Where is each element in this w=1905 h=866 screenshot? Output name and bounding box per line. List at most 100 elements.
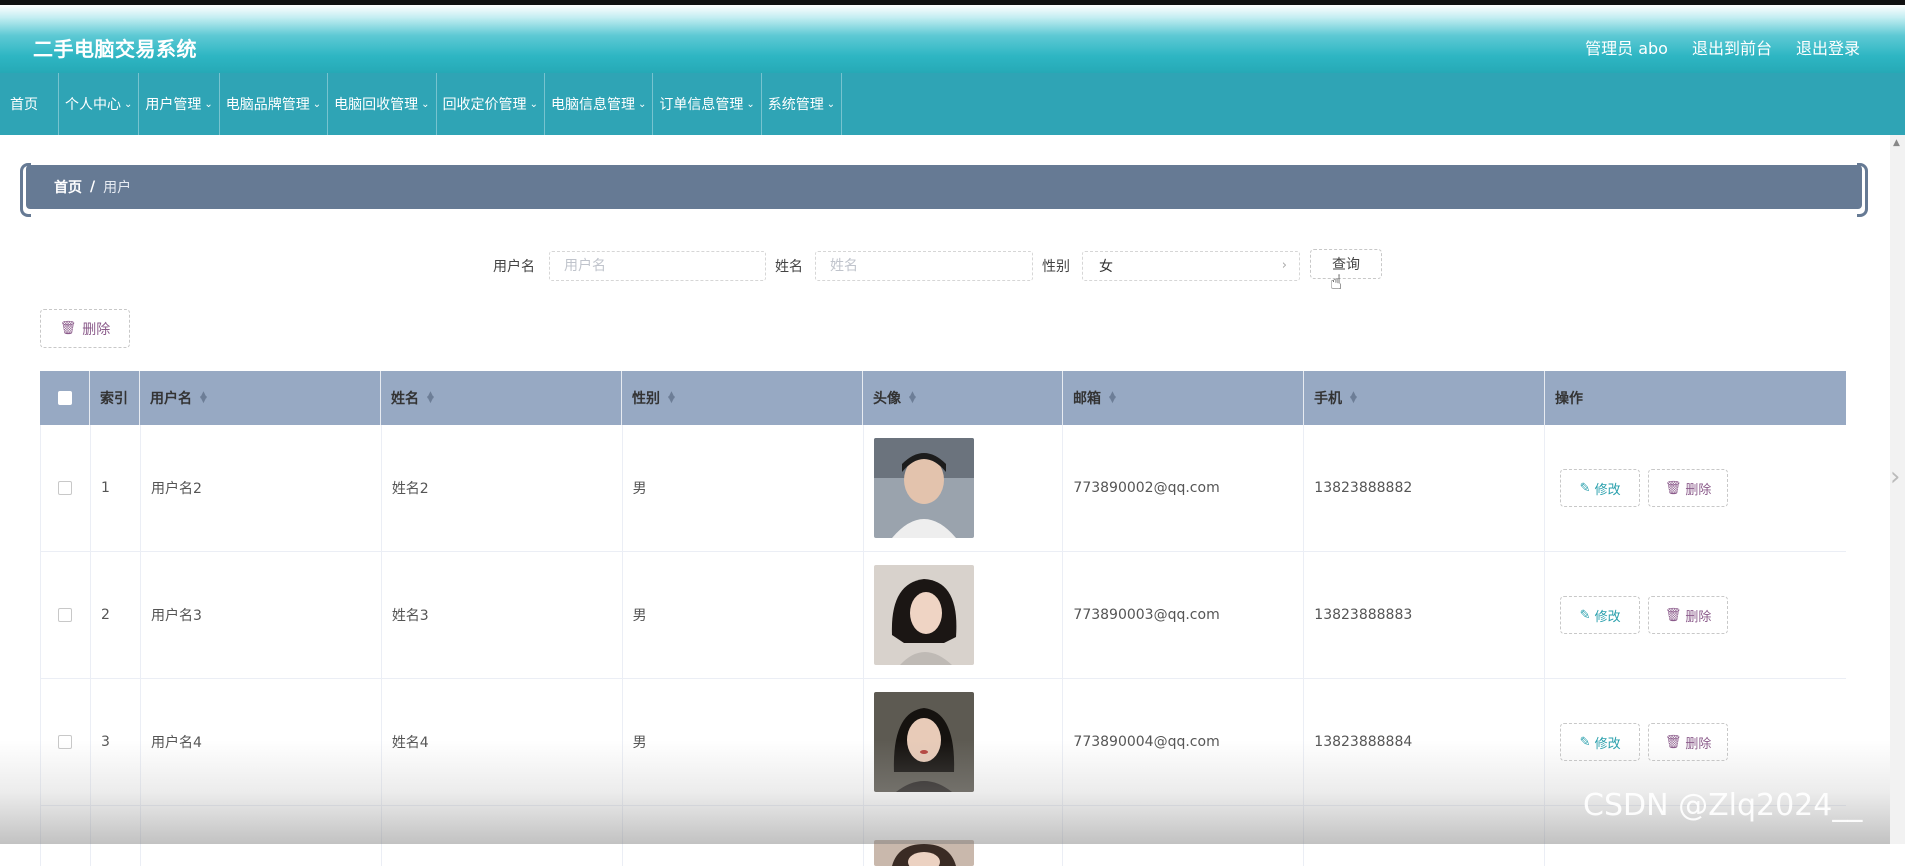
avatar-cell <box>864 806 1064 866</box>
delete-button[interactable]: 🗑 删除 <box>1648 469 1729 507</box>
column-header-label: 索引 <box>100 391 128 407</box>
row-checkbox[interactable] <box>58 735 73 749</box>
chevron-down-icon: ⌄ <box>529 98 538 110</box>
actions-cell: ✎ 修改 🗑 删除 <box>1545 679 1846 805</box>
email-cell: 773890003@qq.com <box>1063 552 1305 678</box>
name-cell: 姓名4 <box>382 679 623 805</box>
row-select-cell <box>41 425 91 551</box>
gender-cell: 男 <box>623 552 864 678</box>
chevron-right-icon[interactable]: › <box>1890 462 1900 492</box>
username-cell: 用户名4 <box>141 679 382 805</box>
name-cell: 姓名3 <box>382 552 623 678</box>
logout-link[interactable]: 退出登录 <box>1796 35 1860 59</box>
row-select-cell <box>41 806 91 866</box>
nav-item-system-management[interactable]: 系统管理 ⌄ <box>762 73 843 135</box>
trash-icon: 🗑 <box>1664 480 1682 496</box>
sort-icon[interactable]: ▲ ▼ <box>668 391 675 405</box>
column-header-label: 性别 <box>632 391 660 407</box>
username-cell: 用户名2 <box>141 425 382 551</box>
batch-delete-label: 删除 <box>82 321 111 338</box>
edit-label: 修改 <box>1594 482 1621 498</box>
email-cell: 773890004@qq.com <box>1063 679 1305 805</box>
phone-cell: 13823888882 <box>1304 425 1546 551</box>
nav-label: 系统管理 <box>767 97 824 113</box>
row-select-cell <box>41 552 91 678</box>
nav-item-computer-info-management[interactable]: 电脑信息管理 ⌄ <box>545 73 654 135</box>
nav-item-brand-management[interactable]: 电脑品牌管理 ⌄ <box>220 73 329 135</box>
nav-item-personal-center[interactable]: 个人中心 ⌄ <box>59 73 140 135</box>
sort-icon[interactable]: ▲ ▼ <box>200 391 207 405</box>
edit-button[interactable]: ✎ 修改 <box>1560 723 1641 761</box>
header-links: 管理员 abo 退出到前台 退出登录 <box>1585 35 1860 59</box>
name-input[interactable] <box>815 251 1033 281</box>
user-table: 索引 用户名 ▲ ▼ 姓名 ▲ ▼ 性别 ▲ ▼ 头像 ▲ ▼ 邮箱 ▲ ▼ 手机 ▲ ▼ 操作 1 用… <box>40 371 1846 866</box>
batch-delete-button[interactable]: 🗑 删除 <box>40 309 130 348</box>
breadcrumb: 首页 / 用户 <box>20 163 1868 217</box>
phone-cell: 13823888883 <box>1304 552 1546 678</box>
delete-button[interactable]: 🗑 删除 <box>1648 596 1729 634</box>
column-header-label: 邮箱 <box>1073 391 1101 407</box>
table-row <box>40 806 1846 866</box>
back-to-front-link[interactable]: 退出到前台 <box>1692 35 1772 59</box>
gender-label: 性别 <box>1042 259 1070 275</box>
actions-cell: ✎ 修改 🗑 删除 <box>1545 425 1846 551</box>
edit-button[interactable]: ✎ 修改 <box>1560 469 1641 507</box>
nav-label: 回收定价管理 <box>442 97 527 113</box>
nav-item-user-management[interactable]: 用户管理 ⌄ <box>139 73 220 135</box>
edit-label: 修改 <box>1594 736 1621 752</box>
sort-icon[interactable]: ▲ ▼ <box>1350 391 1357 405</box>
chevron-down-icon: ⌄ <box>421 98 430 110</box>
name-cell: 姓名2 <box>382 425 623 551</box>
chevron-down-icon: ⌄ <box>124 98 133 110</box>
gender-cell: 男 <box>623 679 864 805</box>
delete-label: 删除 <box>1685 482 1712 498</box>
nav-item-order-management[interactable]: 订单信息管理 ⌄ <box>653 73 762 135</box>
sort-icon[interactable]: ▲ ▼ <box>1109 391 1116 405</box>
nav-label: 用户管理 <box>145 97 202 113</box>
breadcrumb-home[interactable]: 首页 <box>54 177 82 197</box>
nav-item-recycle-management[interactable]: 电脑回收管理 ⌄ <box>328 73 437 135</box>
sort-icon[interactable]: ▲ ▼ <box>427 391 434 405</box>
delete-label: 删除 <box>1685 736 1712 752</box>
column-header-name[interactable]: 姓名 ▲ ▼ <box>381 371 622 425</box>
nav-label: 电脑回收管理 <box>334 97 419 113</box>
username-input[interactable] <box>549 251 766 281</box>
column-header-phone[interactable]: 手机 ▲ ▼ <box>1304 371 1545 425</box>
column-header-label: 姓名 <box>391 391 419 407</box>
nav-item-pricing-management[interactable]: 回收定价管理 ⌄ <box>437 73 545 135</box>
scroll-up-arrow-icon[interactable]: ▲ <box>1893 138 1900 148</box>
nav-label: 首页 <box>10 97 38 113</box>
chevron-down-icon: ⌄ <box>826 98 836 110</box>
sort-icon[interactable]: ▲ ▼ <box>909 391 916 405</box>
table-row: 3 用户名4 姓名4 男 773890004@qq.com 1382388888… <box>40 679 1846 806</box>
select-all-checkbox[interactable] <box>57 391 72 405</box>
column-header-gender[interactable]: 性别 ▲ ▼ <box>622 371 863 425</box>
column-header-username[interactable]: 用户名 ▲ ▼ <box>140 371 381 425</box>
row-checkbox[interactable] <box>58 481 73 495</box>
index-cell: 1 <box>91 425 141 551</box>
nav-label: 电脑品牌管理 <box>225 97 310 113</box>
column-header-actions: 操作 <box>1545 371 1846 425</box>
username-cell <box>141 806 382 866</box>
row-checkbox[interactable] <box>58 608 73 622</box>
column-header-index: 索引 <box>90 371 140 425</box>
avatar[interactable] <box>873 438 974 538</box>
phone-cell: 13823888884 <box>1304 679 1546 805</box>
column-header-label: 操作 <box>1555 391 1583 407</box>
delete-button[interactable]: 🗑 删除 <box>1648 723 1729 761</box>
column-header-email[interactable]: 邮箱 ▲ ▼ <box>1063 371 1304 425</box>
table-header: 索引 用户名 ▲ ▼ 姓名 ▲ ▼ 性别 ▲ ▼ 头像 ▲ ▼ 邮箱 ▲ ▼ 手机 ▲ ▼ 操作 <box>40 371 1846 425</box>
avatar[interactable] <box>873 692 974 792</box>
nav-item-home[interactable]: 首页 <box>0 73 59 135</box>
breadcrumb-separator: / <box>90 179 96 195</box>
trash-icon: 🗑 <box>1664 734 1682 750</box>
column-header-label: 用户名 <box>150 391 192 407</box>
name-label: 姓名 <box>775 259 803 275</box>
avatar[interactable] <box>873 565 974 665</box>
edit-button[interactable]: ✎ 修改 <box>1560 596 1641 634</box>
column-header-avatar[interactable]: 头像 ▲ ▼ <box>863 371 1063 425</box>
query-button[interactable]: 查询 <box>1310 249 1382 279</box>
actions-cell: ✎ 修改 🗑 删除 <box>1545 552 1846 678</box>
gender-select[interactable]: 女 › <box>1082 251 1300 281</box>
phone-cell <box>1304 806 1546 866</box>
